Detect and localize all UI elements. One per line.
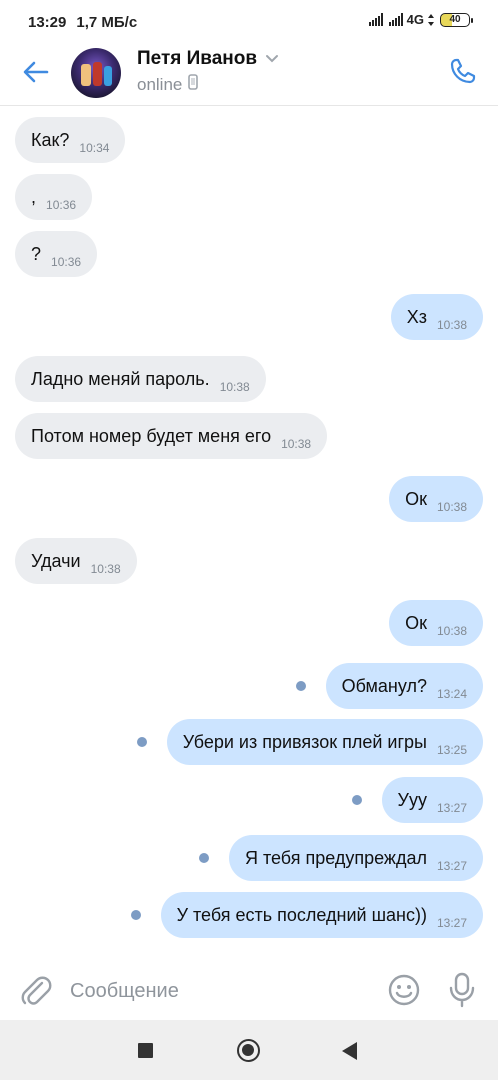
outgoing-message[interactable]: Обманул? 13:24: [325, 663, 483, 709]
data-arrows-icon: [428, 13, 434, 26]
message-time: 13:27: [436, 801, 467, 815]
unread-indicator: [352, 795, 362, 805]
message-time: 10:36: [46, 198, 77, 212]
message-time: 10:38: [219, 380, 250, 394]
message-text: Убери из привязок плей игры: [182, 731, 427, 752]
status-indicators: 4G 40: [368, 12, 473, 27]
message-time: 10:38: [90, 562, 121, 576]
system-back-icon[interactable]: [342, 1042, 357, 1060]
message-time: 10:38: [281, 437, 312, 451]
chat-header: Петя Иванов online: [0, 44, 498, 106]
contact-status-label: online: [137, 74, 183, 94]
message-time: 13:27: [436, 859, 467, 873]
status-time: 13:29: [28, 13, 67, 31]
back-arrow-icon[interactable]: [20, 56, 52, 88]
incoming-message[interactable]: Ладно меняй пароль. 10:38: [15, 356, 266, 402]
chevron-down-icon[interactable]: [265, 48, 279, 70]
unread-indicator: [131, 910, 141, 920]
message-text: Как?: [31, 129, 70, 150]
message-time: 13:27: [436, 916, 467, 930]
unread-indicator: [296, 681, 306, 691]
message-text: ,: [31, 186, 37, 207]
message-text: Ок: [405, 488, 427, 509]
incoming-message[interactable]: Потом номер будет меня его 10:38: [15, 413, 328, 459]
message-time: 13:24: [436, 687, 467, 701]
signal-icon: [368, 13, 383, 26]
incoming-message[interactable]: ? 10:36: [15, 231, 98, 277]
contact-name[interactable]: Петя Иванов: [137, 48, 279, 70]
message-time: 10:34: [79, 141, 110, 155]
outgoing-message[interactable]: Ууу 13:27: [381, 777, 483, 823]
outgoing-message[interactable]: Убери из привязок плей игры 13:25: [166, 719, 483, 765]
status-bar: 13:29 1,7 МБ/с 4G 40: [0, 0, 498, 44]
recent-apps-icon[interactable]: [138, 1043, 153, 1058]
battery-level: 40: [449, 14, 461, 25]
message-time: 10:38: [436, 318, 467, 332]
outgoing-message[interactable]: Ок 10:38: [389, 476, 483, 522]
message-text: У тебя есть последний шанс)): [176, 904, 427, 925]
signal-icon-2: [388, 13, 403, 26]
outgoing-message[interactable]: У тебя есть последний шанс)) 13:27: [160, 892, 483, 938]
message-text: Ууу: [397, 789, 427, 810]
outgoing-message[interactable]: Я тебя предупреждал 13:27: [228, 835, 483, 881]
message-text: Обманул?: [341, 675, 427, 696]
unread-indicator: [199, 853, 209, 863]
battery-icon: 40: [440, 12, 473, 27]
message-input[interactable]: [70, 972, 370, 1010]
outgoing-message[interactable]: Ок 10:38: [389, 600, 483, 646]
contact-name-label: Петя Иванов: [137, 48, 258, 69]
message-time: 10:38: [436, 624, 467, 638]
contact-status: online: [137, 74, 199, 95]
message-text: ?: [31, 243, 42, 264]
message-text: Ладно меняй пароль.: [31, 368, 210, 389]
message-composer: [0, 962, 498, 1020]
system-navigation-bar: [0, 1020, 498, 1080]
message-text: Я тебя предупреждал: [244, 847, 427, 868]
home-icon[interactable]: [237, 1039, 260, 1062]
attach-icon[interactable]: [20, 974, 52, 1008]
unread-indicator: [137, 737, 147, 747]
avatar[interactable]: [71, 48, 121, 98]
message-text: Хз: [406, 306, 427, 327]
message-text: Ок: [405, 612, 427, 633]
phone-icon[interactable]: [446, 54, 480, 88]
emoji-icon[interactable]: [386, 972, 422, 1008]
message-time: 10:36: [51, 255, 82, 269]
status-network-speed: 1,7 МБ/с: [76, 13, 138, 31]
message-time: 13:25: [436, 743, 467, 757]
outgoing-message[interactable]: Хз 10:38: [390, 294, 483, 340]
microphone-icon[interactable]: [446, 970, 478, 1010]
network-type-label: 4G: [406, 12, 424, 27]
mobile-device-icon: [188, 74, 199, 95]
incoming-message[interactable]: Удачи 10:38: [15, 538, 137, 584]
message-text: Удачи: [31, 550, 81, 571]
message-text: Потом номер будет меня его: [31, 425, 272, 446]
message-time: 10:38: [436, 500, 467, 514]
incoming-message[interactable]: , 10:36: [15, 174, 93, 220]
message-list: Как? 10:34, 10:36? 10:36 Хз 10:38 Ладно меняй …: [0, 107, 498, 957]
incoming-message[interactable]: Как? 10:34: [15, 117, 126, 163]
